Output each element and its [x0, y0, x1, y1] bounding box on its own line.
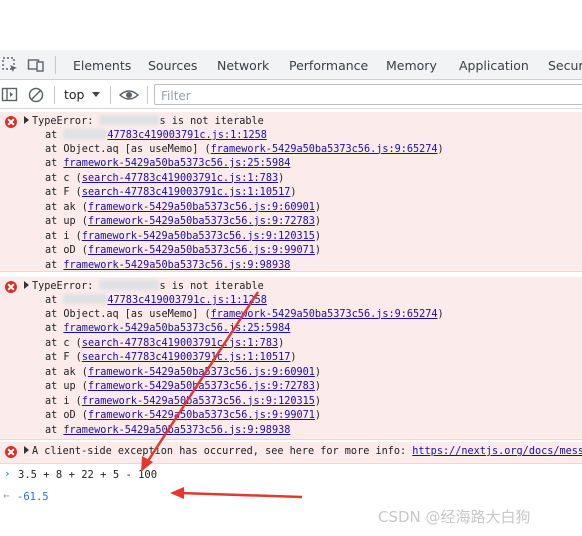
console-result-line: ← -61.5	[0, 486, 582, 508]
console-result: -61.5	[17, 491, 49, 503]
source-link[interactable]: search-47783c419003791c.js:1:783	[82, 173, 278, 184]
chevron-down-icon[interactable]	[92, 92, 100, 97]
context-selector[interactable]: top	[64, 87, 84, 102]
source-link[interactable]: framework-5429a50ba5373c56.js:9:72783	[88, 381, 315, 392]
docs-link[interactable]: https://nextjs.org/docs/messag	[412, 446, 582, 457]
stack-frame: at c (search-47783c419003791c.js:1:783)	[45, 172, 285, 184]
source-link[interactable]: framework-5429a50ba5373c56.js:25:5984	[63, 158, 290, 169]
tabbar-separator	[55, 56, 56, 74]
console-expression[interactable]: 3.5 + 8 + 22 + 5 - 100	[18, 469, 157, 481]
error-message[interactable]: A client-side exception has occurred, se…	[24, 446, 582, 457]
expand-triangle-icon[interactable]	[24, 116, 29, 124]
source-link[interactable]: framework-5429a50ba5373c56.js:9:120315	[82, 396, 315, 407]
source-link[interactable]: search-47783c419003791c.js:1:10517	[82, 187, 291, 198]
source-link[interactable]: 47783c419003791c.js:1:1258	[107, 295, 266, 306]
filter-box	[154, 84, 582, 106]
error-header[interactable]: TypeError: s is not iterable	[24, 280, 264, 292]
stack-frame: at c (search-47783c419003791c.js:1:783)	[45, 337, 285, 349]
redacted-blur	[99, 280, 160, 290]
sidebar-toggle-icon[interactable]	[1, 86, 19, 104]
stack-frame: at oD (framework-5429a50ba5373c56.js:9:9…	[45, 410, 322, 421]
tab-performance[interactable]: Performance	[289, 58, 368, 73]
redacted-blur	[99, 115, 160, 125]
error-header[interactable]: TypeError: s is not iterable	[24, 115, 264, 127]
expand-triangle-icon[interactable]	[24, 281, 29, 289]
device-toolbar-icon[interactable]	[27, 56, 45, 74]
stack-frame: at F (search-47783c419003791c.js:1:10517…	[45, 187, 297, 198]
stack-frame: at 47783c419003791c.js:1:1258	[45, 294, 267, 306]
source-link[interactable]: framework-5429a50ba5373c56.js:9:120315	[82, 231, 315, 242]
tab-elements[interactable]: Elements	[73, 58, 131, 73]
toolbar-separator	[54, 86, 55, 104]
stack-frame: at up (framework-5429a50ba5373c56.js:9:7…	[45, 216, 322, 227]
stack-frame: at ak (framework-5429a50ba5373c56.js:9:6…	[45, 201, 322, 213]
stack-frame: at framework-5429a50ba5373c56.js:25:5984	[45, 158, 291, 169]
console-error: TypeError: s is not iterable at 47783c41…	[0, 277, 582, 440]
tab-sources[interactable]: Sources	[148, 58, 197, 73]
error-icon	[5, 116, 17, 128]
error-icon	[5, 281, 17, 293]
watermark: CSDN @经海路大白狗	[378, 508, 531, 526]
stack-frame: at oD (framework-5429a50ba5373c56.js:9:9…	[45, 245, 322, 256]
stack-frame: at i (framework-5429a50ba5373c56.js:9:12…	[45, 395, 322, 407]
stack-frame: at framework-5429a50ba5373c56.js:9:98938	[45, 259, 291, 271]
result-arrow-icon: ←	[3, 489, 10, 502]
eye-icon[interactable]	[118, 86, 140, 104]
devtools-tab-bar: Elements Sources Network Performance Mem…	[0, 50, 582, 80]
tab-memory[interactable]: Memory	[386, 58, 437, 73]
redacted-blur	[63, 129, 108, 139]
stack-frame: at ak (framework-5429a50ba5373c56.js:9:6…	[45, 366, 322, 378]
stack-frame: at Object.aq [as useMemo] (framework-542…	[45, 308, 444, 320]
stack-frame: at up (framework-5429a50ba5373c56.js:9:7…	[45, 381, 322, 392]
source-link[interactable]: framework-5429a50ba5373c56.js:9:65274	[211, 144, 438, 155]
input-prompt-icon: ›	[4, 467, 11, 480]
stack-frame: at F (search-47783c419003791c.js:1:10517…	[45, 352, 297, 363]
console-toolbar: top	[0, 81, 582, 109]
redacted-blur	[63, 294, 108, 304]
source-link[interactable]: search-47783c419003791c.js:1:783	[82, 338, 278, 349]
error-icon	[5, 446, 17, 458]
stack-frame: at framework-5429a50ba5373c56.js:9:98938	[45, 424, 291, 436]
source-link[interactable]: framework-5429a50ba5373c56.js:9:98938	[63, 425, 290, 436]
stack-frame: at Object.aq [as useMemo] (framework-542…	[45, 143, 444, 155]
source-link[interactable]: framework-5429a50ba5373c56.js:9:60901	[88, 202, 315, 213]
expand-triangle-icon[interactable]	[24, 446, 29, 454]
source-link[interactable]: search-47783c419003791c.js:1:10517	[82, 352, 291, 363]
tab-security[interactable]: Securi	[548, 58, 582, 73]
inspect-element-icon[interactable]	[1, 56, 19, 74]
toolbar-separator	[147, 86, 148, 104]
stack-frame: at 47783c419003791c.js:1:1258	[45, 129, 267, 141]
source-link[interactable]: framework-5429a50ba5373c56.js:9:60901	[88, 367, 315, 378]
source-link[interactable]: framework-5429a50ba5373c56.js:9:72783	[88, 216, 315, 227]
source-link[interactable]: 47783c419003791c.js:1:1258	[107, 130, 266, 141]
console-error: TypeError: s is not iterable at 47783c41…	[0, 112, 582, 272]
source-link[interactable]: framework-5429a50ba5373c56.js:9:99071	[88, 245, 315, 256]
filter-input[interactable]	[155, 86, 582, 106]
stack-frame: at i (framework-5429a50ba5373c56.js:9:12…	[45, 230, 322, 242]
console-input-line[interactable]: › 3.5 + 8 + 22 + 5 - 100	[0, 464, 582, 486]
clear-console-icon[interactable]	[27, 86, 45, 104]
source-link[interactable]: framework-5429a50ba5373c56.js:9:65274	[211, 309, 438, 320]
source-link[interactable]: framework-5429a50ba5373c56.js:9:99071	[88, 410, 315, 421]
tab-network[interactable]: Network	[217, 58, 269, 73]
toolbar-separator	[110, 86, 111, 104]
stack-frame: at framework-5429a50ba5373c56.js:25:5984	[45, 323, 291, 334]
tab-application[interactable]: Application	[459, 58, 529, 73]
source-link[interactable]: framework-5429a50ba5373c56.js:9:98938	[63, 260, 290, 271]
source-link[interactable]: framework-5429a50ba5373c56.js:25:5984	[63, 323, 290, 334]
console-error: A client-side exception has occurred, se…	[0, 442, 582, 464]
